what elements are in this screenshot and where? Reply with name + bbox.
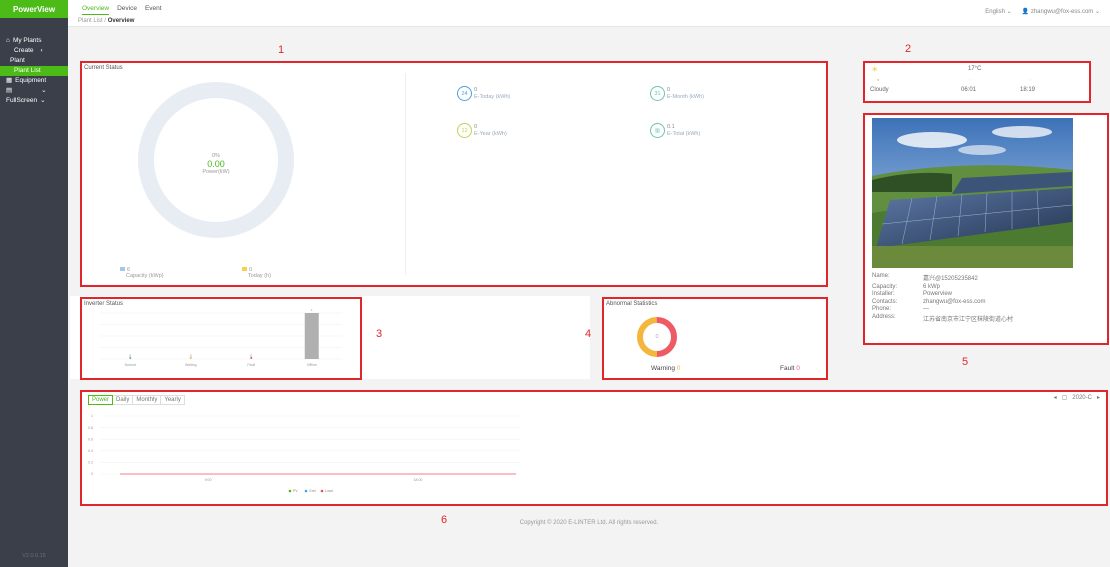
sidebar-item-collapsed[interactable]: ▤ ⌄	[0, 86, 68, 96]
language-select[interactable]: English ⌄	[985, 8, 1011, 15]
language-label: English	[985, 9, 1005, 15]
tab-event[interactable]: Event	[145, 4, 162, 15]
tab-device[interactable]: Device	[117, 4, 137, 15]
breadcrumb-parent[interactable]: Plant List	[78, 18, 103, 24]
chevron-down-icon: ⌄	[40, 97, 46, 104]
tab-power[interactable]: Power	[88, 395, 114, 405]
sidebar-item-label: Equipment	[15, 77, 47, 84]
sidebar-item-label: Create	[14, 47, 34, 54]
breadcrumb-current: Overview	[107, 18, 135, 24]
sidebar: PowerView ⌂ My Plants Create ‹ Plant Pla…	[0, 0, 68, 567]
marker-3: 3	[376, 328, 383, 340]
sidebar-item-fullscreen[interactable]: FullScreen ⌄	[0, 96, 68, 106]
sidebar-item-label: Plant List	[14, 67, 41, 74]
highlight-box-5	[863, 113, 1109, 345]
marker-1: 1	[278, 44, 285, 56]
sidebar-item-equipment[interactable]: ▦ Equipment	[0, 76, 68, 86]
highlight-box-1	[80, 61, 828, 287]
tab-overview[interactable]: Overview	[82, 4, 110, 15]
app-logo[interactable]: PowerView	[0, 0, 68, 18]
marker-4: 4	[585, 328, 592, 340]
breadcrumb: Plant List / Overview	[78, 18, 134, 24]
highlight-box-4	[602, 297, 828, 380]
marker-5: 5	[962, 356, 969, 368]
main-tabs: Overview Device Event	[82, 4, 162, 15]
sidebar-item-plant[interactable]: Plant	[0, 56, 68, 66]
sidebar-item-plant-list[interactable]: Plant List	[0, 66, 68, 76]
sidebar-item-label: Plant	[10, 57, 25, 64]
version-label: V2.0.0.15	[22, 553, 46, 559]
user-menu[interactable]: 👤 zhangwu@fox-ess.com ⌄	[1022, 8, 1100, 15]
list-icon: ▤	[6, 87, 13, 94]
sidebar-item-label: FullScreen	[6, 97, 38, 104]
highlight-box-2	[863, 61, 1091, 103]
highlight-box-3	[80, 297, 362, 380]
breadcrumb-separator: /	[104, 18, 107, 24]
footer-copyright: Copyright © 2020 E-LINTER Ltd. All right…	[519, 520, 659, 526]
grid-icon: ▦	[6, 77, 13, 84]
sidebar-item-create[interactable]: Create ‹	[0, 46, 68, 56]
marker-2: 2	[905, 43, 912, 55]
home-icon: ⌂	[6, 37, 10, 44]
chevron-left-icon: ‹	[40, 47, 43, 54]
user-area: English ⌄ 👤 zhangwu@fox-ess.com ⌄	[985, 8, 1100, 15]
highlight-box-6	[80, 390, 1108, 506]
user-email: zhangwu@fox-ess.com	[1030, 9, 1094, 15]
sidebar-item-my-plants[interactable]: ⌂ My Plants	[0, 36, 68, 46]
chevron-down-icon: ⌄	[41, 87, 47, 94]
user-icon: 👤	[1021, 9, 1030, 15]
top-bar: Overview Device Event Plant List / Overv…	[68, 0, 1110, 27]
sidebar-item-label: My Plants	[12, 37, 42, 44]
